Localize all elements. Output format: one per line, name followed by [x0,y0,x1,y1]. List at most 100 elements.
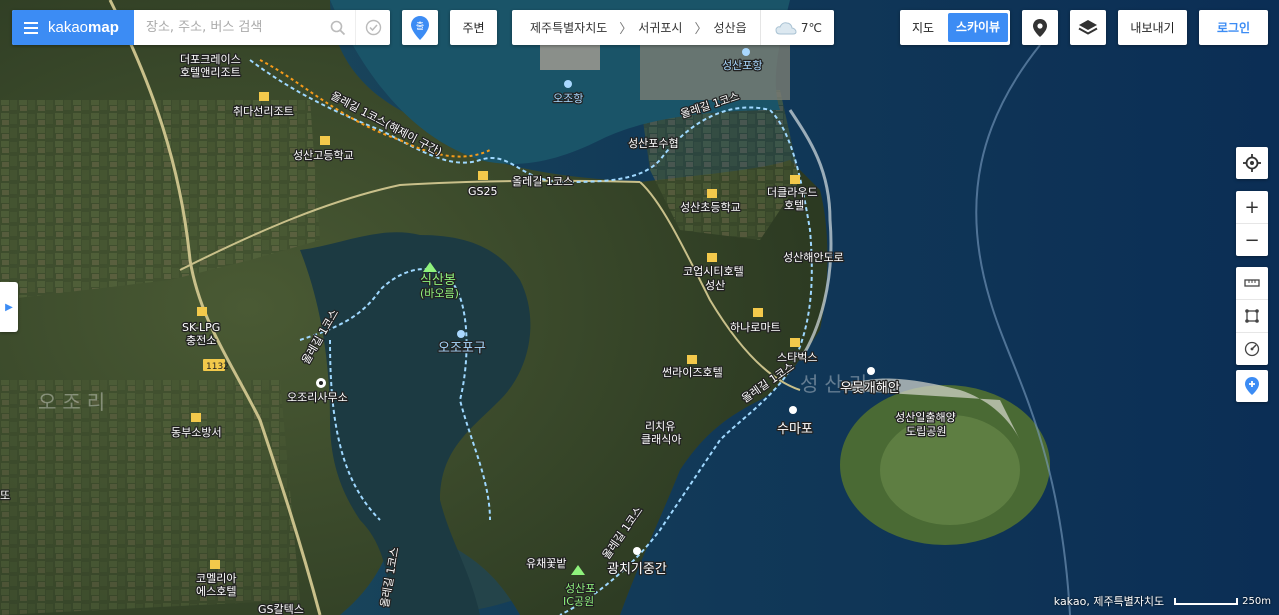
export-button[interactable]: 내보내기 [1118,10,1187,45]
label-starbucks[interactable]: 스타벅스 [776,350,819,366]
label-sumapo[interactable]: 수마포 [776,421,814,439]
label-gs25[interactable]: GS25 [467,184,499,200]
breadcrumb-city[interactable]: 서귀포시 [632,19,682,36]
zoom-in-button[interactable]: + [1236,191,1268,223]
current-location-button[interactable] [1236,147,1268,179]
layers-icon [1078,19,1098,35]
poi-school-icon[interactable] [320,136,330,145]
poi-gas-icon[interactable] [197,307,207,316]
label-yuchae[interactable]: 유채꽃밭 [525,556,568,572]
menu-icon[interactable] [24,19,38,37]
label-dongbu[interactable]: 동부소방서 [170,425,223,441]
label-coupcity[interactable]: 코업시티호텔 [682,264,745,280]
roadview-button[interactable] [1022,10,1058,45]
panel-expand-tab[interactable]: ▶ [0,282,18,332]
label-sikk[interactable]: 식산봉 [419,272,457,290]
label-resort1b[interactable]: 호텔앤리조트 [179,65,242,81]
label-sikk2[interactable]: (바오름) [419,286,460,302]
label-comelia[interactable]: 코멜리아 [195,571,238,587]
label-seongsanpo-ic[interactable]: 성산포 [564,581,597,597]
label-seongsanpo-fish[interactable]: 성산포수협 [627,136,680,152]
location-pin-icon [1033,18,1047,37]
chevron-right-icon: ▶ [5,301,13,313]
measure-tools [1236,267,1268,365]
skyview-mode-button[interactable]: 스카이뷰 [948,13,1008,42]
poi-hotel2-icon[interactable] [707,253,717,262]
poi-cafe-icon[interactable] [790,338,800,347]
map-type-toggle: 지도 스카이뷰 [900,10,1010,45]
label-peak2[interactable]: 도립공원 [905,424,948,440]
label-ojori-office[interactable]: 오조리사무소 [286,390,349,406]
label-hotel-cloud[interactable]: 더클라우드 [766,185,819,201]
label-peak[interactable]: 성산일출해양 [894,409,957,426]
label-sunrise[interactable]: 썬라이즈호텔 [661,365,724,381]
poi-school2-icon[interactable] [707,189,717,198]
poi-beach-icon[interactable] [867,367,875,375]
login-button[interactable]: 로그인 [1199,10,1268,45]
label-sk-lpg2[interactable]: 충전소 [185,333,218,349]
label-school2[interactable]: 성산초등학교 [679,200,742,216]
poi-beach3-icon[interactable] [633,547,641,555]
breadcrumb: 제주특별자치도 〉 서귀포시 〉 성산읍 7℃ [512,10,834,45]
map-attribution: kakao, 제주특별자치도 [1053,595,1165,608]
nearby-button[interactable]: 주변 [450,10,497,45]
ruler-icon [1244,279,1260,287]
label-seongsanpo-ic2[interactable]: IC공원 [562,594,596,610]
poi-beach2-icon[interactable] [789,406,797,414]
label-resort1[interactable]: 더포크레이스 [179,52,242,68]
label-coastal-road[interactable]: 성산해안도로 [782,249,845,266]
area-button[interactable] [1236,299,1268,332]
poi-port2-icon[interactable] [564,80,572,88]
check-icon[interactable] [355,10,390,45]
poi-mart-icon[interactable] [753,308,763,317]
poi-resort-icon[interactable] [259,92,269,101]
zoom-tool: + − [1236,191,1268,256]
poi-firestation-icon[interactable] [191,413,201,422]
distance-button[interactable] [1236,267,1268,299]
map-mode-button[interactable]: 지도 [900,19,946,36]
label-richwood[interactable]: 리치유 [644,419,677,435]
label-gwangchi[interactable]: 광치기중간 [606,561,668,579]
brand-logo[interactable]: kakao map [12,10,134,45]
label-school1[interactable]: 성산고등학교 [292,148,355,164]
search-icon[interactable] [321,10,355,45]
label-coupcity2[interactable]: 성산 [704,278,727,294]
minus-icon: − [1244,229,1260,251]
add-place-button[interactable] [1236,370,1268,402]
poi-store-icon[interactable] [478,171,488,180]
label-hanaro[interactable]: 하나로마트 [729,319,782,336]
label-richwood2[interactable]: 클래식아 [640,432,683,448]
weather-widget[interactable]: 7℃ [759,10,834,45]
poi-port-icon[interactable] [457,330,465,338]
layers-button[interactable] [1070,10,1106,45]
start-route-button[interactable]: 출 [402,10,438,45]
zoom-out-button[interactable]: − [1236,223,1268,256]
map-canvas[interactable]: 더포크레이스 호텔앤리조트 취다선리조트 성산고등학교 GS25 오조항 성산포… [0,0,1279,615]
label-olle2[interactable]: 올레길 1코스 [511,174,575,190]
label-comelia2[interactable]: 에스호텔 [195,584,238,600]
poi-hotel3-icon[interactable] [687,355,697,364]
cloud-icon [775,21,797,34]
poi-port3-icon[interactable] [742,48,750,56]
label-seongsan-port[interactable]: 성산포항 [721,58,764,74]
scale-bar [1174,597,1239,605]
crosshair-icon [1243,154,1261,172]
breadcrumb-town[interactable]: 성산읍 [707,19,746,36]
label-ojopogu[interactable]: 오조포구 [437,340,487,358]
label-ojo-port[interactable]: 오조항 [552,91,585,107]
label-gs-station[interactable]: GS칼텍스 [257,602,305,615]
plus-icon: + [1244,196,1260,218]
label-sk-lpg[interactable]: SK-LPG [181,320,222,336]
label-ojori: 오조리 [38,390,111,414]
chevron-right-icon: 〉 [619,22,633,37]
route-1132: 1132 [206,362,229,372]
label-hotel-cloud2[interactable]: 호텔 [783,198,806,214]
radius-button[interactable] [1236,332,1268,365]
poi-hotel4-icon[interactable] [210,560,220,569]
poi-hotel-icon[interactable] [790,175,800,184]
breadcrumb-province[interactable]: 제주특별자치도 [512,19,607,36]
add-place-tool [1236,370,1268,402]
search-input[interactable] [134,10,321,45]
label-resort2[interactable]: 취다선리조트 [232,104,295,120]
brand-bold: map [88,19,119,36]
